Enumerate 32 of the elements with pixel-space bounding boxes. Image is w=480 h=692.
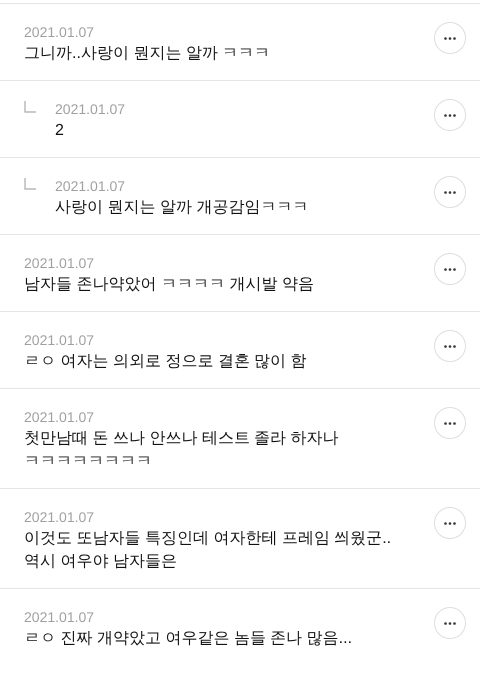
more-icon <box>444 522 456 524</box>
more-icon <box>444 344 456 348</box>
more-button[interactable] <box>434 253 466 285</box>
more-icon <box>444 114 456 116</box>
comment-text: 사랑이 뭔지는 알까 개공감임ㅋㅋㅋ <box>55 198 310 218</box>
comment-text: 이것도 또남자들 특징인데 여자한테 프레임 씌웠군.. 역시 여우야 남자들은 <box>24 529 392 572</box>
more-button[interactable] <box>434 99 466 131</box>
more-icon <box>444 190 456 194</box>
comment-text: 첫만남때 돈 쓰나 안쓰나 테스트 졸라 하자나 ㅋㅋㅋㅋㅋㅋㅋㅋ <box>24 429 340 472</box>
comment-text: ㄹㅇ 진짜 개약았고 여우같은 놈들 존나 많음... <box>24 629 354 649</box>
comment-date: 2021.01.07 <box>24 508 96 527</box>
more-icon <box>444 268 456 270</box>
more-button[interactable] <box>434 407 466 439</box>
more-button[interactable] <box>434 507 466 539</box>
comment-date: 2021.01.07 <box>55 177 126 196</box>
more-button[interactable] <box>434 607 466 639</box>
comment-date: 2021.01.07 <box>24 331 96 350</box>
comment-date: 2021.01.07 <box>24 408 96 427</box>
more-icon <box>444 622 456 624</box>
comment-text: 2 <box>55 121 65 141</box>
comment-text: 그니까..사랑이 뭔지는 알까 ㅋㅋㅋ <box>24 44 272 64</box>
comment-date: 2021.01.07 <box>24 254 96 273</box>
comment-text: ㄹㅇ 여자는 의외로 정으로 결혼 많이 함 <box>24 352 308 372</box>
comment-date: 2021.01.07 <box>24 23 96 42</box>
comment-text: 남자들 존나약았어 ㅋㅋㅋㅋ 개시발 약음 <box>24 275 315 295</box>
more-button[interactable] <box>434 176 466 208</box>
more-button[interactable] <box>434 330 466 362</box>
more-icon <box>444 422 456 424</box>
more-icon <box>444 36 456 40</box>
comment-date: 2021.01.07 <box>55 100 126 119</box>
more-button[interactable] <box>434 22 466 54</box>
comment-date: 2021.01.07 <box>24 608 96 627</box>
